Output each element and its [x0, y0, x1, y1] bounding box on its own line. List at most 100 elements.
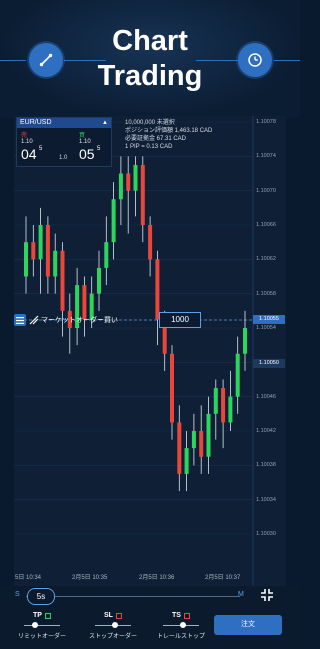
time-label: 5日 10:34	[15, 575, 42, 581]
hero-divider-right	[274, 60, 300, 61]
candle	[177, 422, 182, 474]
candle	[199, 431, 204, 457]
sell-price-big[interactable]: 04	[21, 146, 37, 162]
current-price-tag: 1.10055	[253, 315, 285, 324]
bid-price-tag: 1.10050	[253, 359, 285, 368]
price-axis-label: 1.10034	[256, 496, 276, 503]
candle	[104, 242, 109, 268]
market-order-label: マーケットオーダー買い	[41, 317, 118, 324]
tp-option[interactable]: TP リミットオーダー	[15, 612, 69, 640]
candle	[53, 250, 58, 277]
candle	[170, 353, 174, 423]
candle	[228, 396, 233, 423]
sell-label: 売	[21, 133, 28, 139]
candle	[191, 431, 196, 449]
time-label: 2月5日 10:37	[205, 575, 241, 581]
timeframe-min-label: S	[15, 591, 20, 598]
buy-price-sup: 5	[97, 146, 101, 152]
hero-divider-left	[0, 60, 26, 61]
candle	[133, 164, 138, 191]
buy-price-prefix: 1.10	[79, 139, 91, 145]
price-axis-label: 1.10038	[256, 462, 276, 469]
timeframe-slider-track[interactable]	[26, 596, 240, 597]
sl-label: ストップオーダー	[88, 634, 137, 640]
price-axis-label: 1.10054	[256, 325, 276, 331]
draw-trendline-button[interactable]	[29, 43, 63, 77]
price-axis-label: 1.10042	[256, 428, 276, 434]
sell-price-sup: 5	[39, 146, 43, 152]
price-axis-label: 1.10046	[256, 393, 276, 400]
tp-header: TP	[15, 612, 69, 619]
candle	[126, 173, 131, 191]
order-quantity-field[interactable]: 1000	[159, 312, 201, 328]
time-label: 2月5日 10:36	[139, 575, 175, 581]
ts-toggle[interactable]	[163, 622, 199, 628]
order-button[interactable]: 注文	[214, 615, 282, 635]
tp-toggle[interactable]	[24, 622, 60, 628]
clock-icon	[248, 53, 262, 67]
hero-title-line1: Chart	[112, 25, 188, 57]
candle	[221, 388, 226, 423]
tp-label: リミットオーダー	[17, 634, 66, 640]
price-axis-label: 1.10074	[256, 153, 276, 160]
candle	[38, 225, 43, 260]
rate-ticket[interactable]: EUR/USD ▲ 売 買 1.10 04 5 1.0 1.10 05 5	[16, 117, 112, 167]
sl-name: SL	[104, 612, 113, 619]
sl-option[interactable]: SL ストップオーダー	[84, 612, 142, 640]
triangle-up-icon: ▲	[102, 120, 108, 126]
clock-button[interactable]	[238, 43, 272, 77]
candle	[213, 388, 218, 414]
candle	[140, 164, 145, 225]
candle	[24, 242, 28, 277]
buy-label: 買	[79, 133, 86, 139]
draw-trendline-icon	[39, 53, 53, 67]
ts-color-icon	[183, 612, 190, 619]
candle	[243, 328, 247, 354]
timeframe-slider-thumb[interactable]: 5s	[27, 588, 55, 605]
hero-title: Chart Trading	[60, 24, 240, 94]
candle	[60, 250, 65, 311]
candle	[118, 173, 123, 200]
candle	[235, 353, 240, 397]
candle	[45, 225, 50, 277]
candle	[111, 199, 116, 243]
info-quantity: 10,000,000 未選択	[125, 120, 175, 126]
candle	[184, 448, 189, 474]
chart-canvas[interactable]	[14, 116, 286, 586]
ts-option[interactable]: TS トレールストップ	[152, 612, 210, 640]
sl-header: SL	[84, 612, 142, 619]
price-axis-label: 1.10030	[256, 531, 276, 537]
drag-handle-icon	[29, 315, 39, 325]
position-info: 10,000,000 未選択 ポジション評価額 1,463.18 CAD 必要証…	[125, 119, 212, 151]
info-position-value: ポジション評価額 1,463.18 CAD	[125, 128, 213, 134]
collapse-icon[interactable]	[259, 587, 275, 603]
buy-price-big[interactable]: 05	[79, 146, 95, 162]
menu-icon	[16, 316, 24, 324]
sl-color-icon	[115, 612, 122, 619]
hero-title-line2: Trading	[97, 60, 203, 92]
sl-toggle[interactable]	[95, 622, 131, 628]
market-order-line[interactable]: マーケットオーダー買い	[14, 313, 118, 327]
candle	[97, 267, 101, 294]
candle	[206, 413, 211, 457]
spread-value: 1.0	[59, 155, 68, 161]
sell-price-prefix: 1.10	[21, 139, 33, 145]
ts-label: トレールストップ	[156, 634, 205, 640]
price-axis-label: 1.10058	[256, 290, 276, 297]
tp-name: TP	[33, 612, 42, 619]
candle	[155, 259, 160, 320]
price-axis-label: 1.10070	[256, 187, 276, 194]
candle	[31, 242, 36, 260]
time-label: 2月5日 10:35	[72, 575, 108, 581]
candlestick-chart[interactable]	[14, 116, 286, 586]
menu-button[interactable]	[14, 314, 26, 326]
ts-header: TS	[152, 612, 210, 619]
candle	[148, 225, 153, 260]
info-margin: 必要証拠金 67.31 CAD	[125, 136, 187, 142]
ticket-header[interactable]: EUR/USD ▲	[17, 118, 111, 128]
timeframe-max-label: M	[238, 591, 244, 598]
price-axis-label: 1.10078	[256, 119, 276, 125]
info-pip-value: 1 PIP = 0.13 CAD	[125, 144, 173, 150]
price-axis-label: 1.10066	[256, 222, 276, 228]
ts-name: TS	[172, 612, 181, 619]
